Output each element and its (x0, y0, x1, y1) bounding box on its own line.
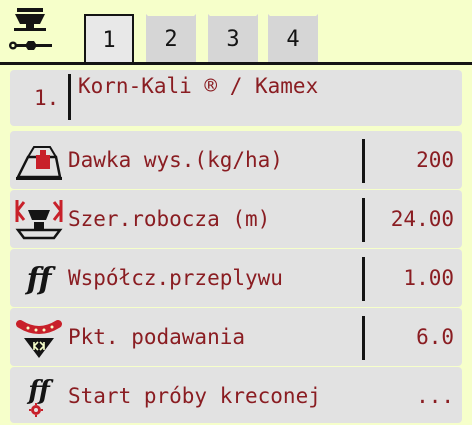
feed-point-row[interactable]: Pkt. podawania 6.0 (10, 308, 462, 366)
weight-icon (15, 146, 62, 180)
tab-3[interactable]: 3 (208, 14, 258, 62)
divider (362, 257, 365, 301)
divider (362, 139, 365, 183)
flow-factor-row[interactable]: ff Współcz.przeplywu 1.00 (10, 249, 462, 307)
flow-factor-label: Współcz.przeplywu (68, 266, 283, 290)
calibration-test-label: Start próby kreconej (68, 384, 321, 408)
feed-point-icon (16, 320, 62, 358)
svg-text:ff: ff (26, 376, 54, 406)
tab-1[interactable]: 1 (84, 14, 134, 64)
feed-point-label: Pkt. podawania (68, 325, 246, 349)
product-row[interactable]: 1. Korn-Kali ® / Kamex (10, 70, 462, 126)
tab-bar-line (0, 62, 472, 65)
svg-text:ff: ff (25, 262, 57, 297)
application-rate-row[interactable]: Dawka wys.(kg/ha) 200 (10, 131, 462, 189)
application-rate-value: 200 (416, 148, 454, 172)
tab-4[interactable]: 4 (268, 14, 318, 62)
text-cursor (68, 74, 71, 120)
calibration-test-row[interactable]: ff Start próby kreconej ... (10, 367, 462, 423)
product-number: 1. (34, 86, 60, 110)
tab-2[interactable]: 2 (146, 14, 196, 62)
application-rate-label: Dawka wys.(kg/ha) (68, 148, 283, 172)
calibration-test-icon: ff (26, 376, 54, 417)
working-width-value: 24.00 (390, 207, 454, 231)
flow-factor-value: 1.00 (403, 266, 454, 290)
header: 1 2 3 4 (0, 0, 472, 65)
divider (362, 316, 365, 360)
calibration-test-value: ... (416, 384, 454, 408)
product-name: Korn-Kali ® / Kamex (78, 74, 319, 98)
divider (362, 198, 365, 242)
working-width-icon (15, 200, 63, 240)
working-width-label: Szer.robocza (m) (68, 207, 271, 231)
working-width-row[interactable]: Szer.robocza (m) 24.00 (10, 190, 462, 248)
flow-factor-icon: ff (25, 262, 57, 297)
feed-point-value: 6.0 (416, 325, 454, 349)
spreader-wrench-icon[interactable] (6, 6, 58, 58)
